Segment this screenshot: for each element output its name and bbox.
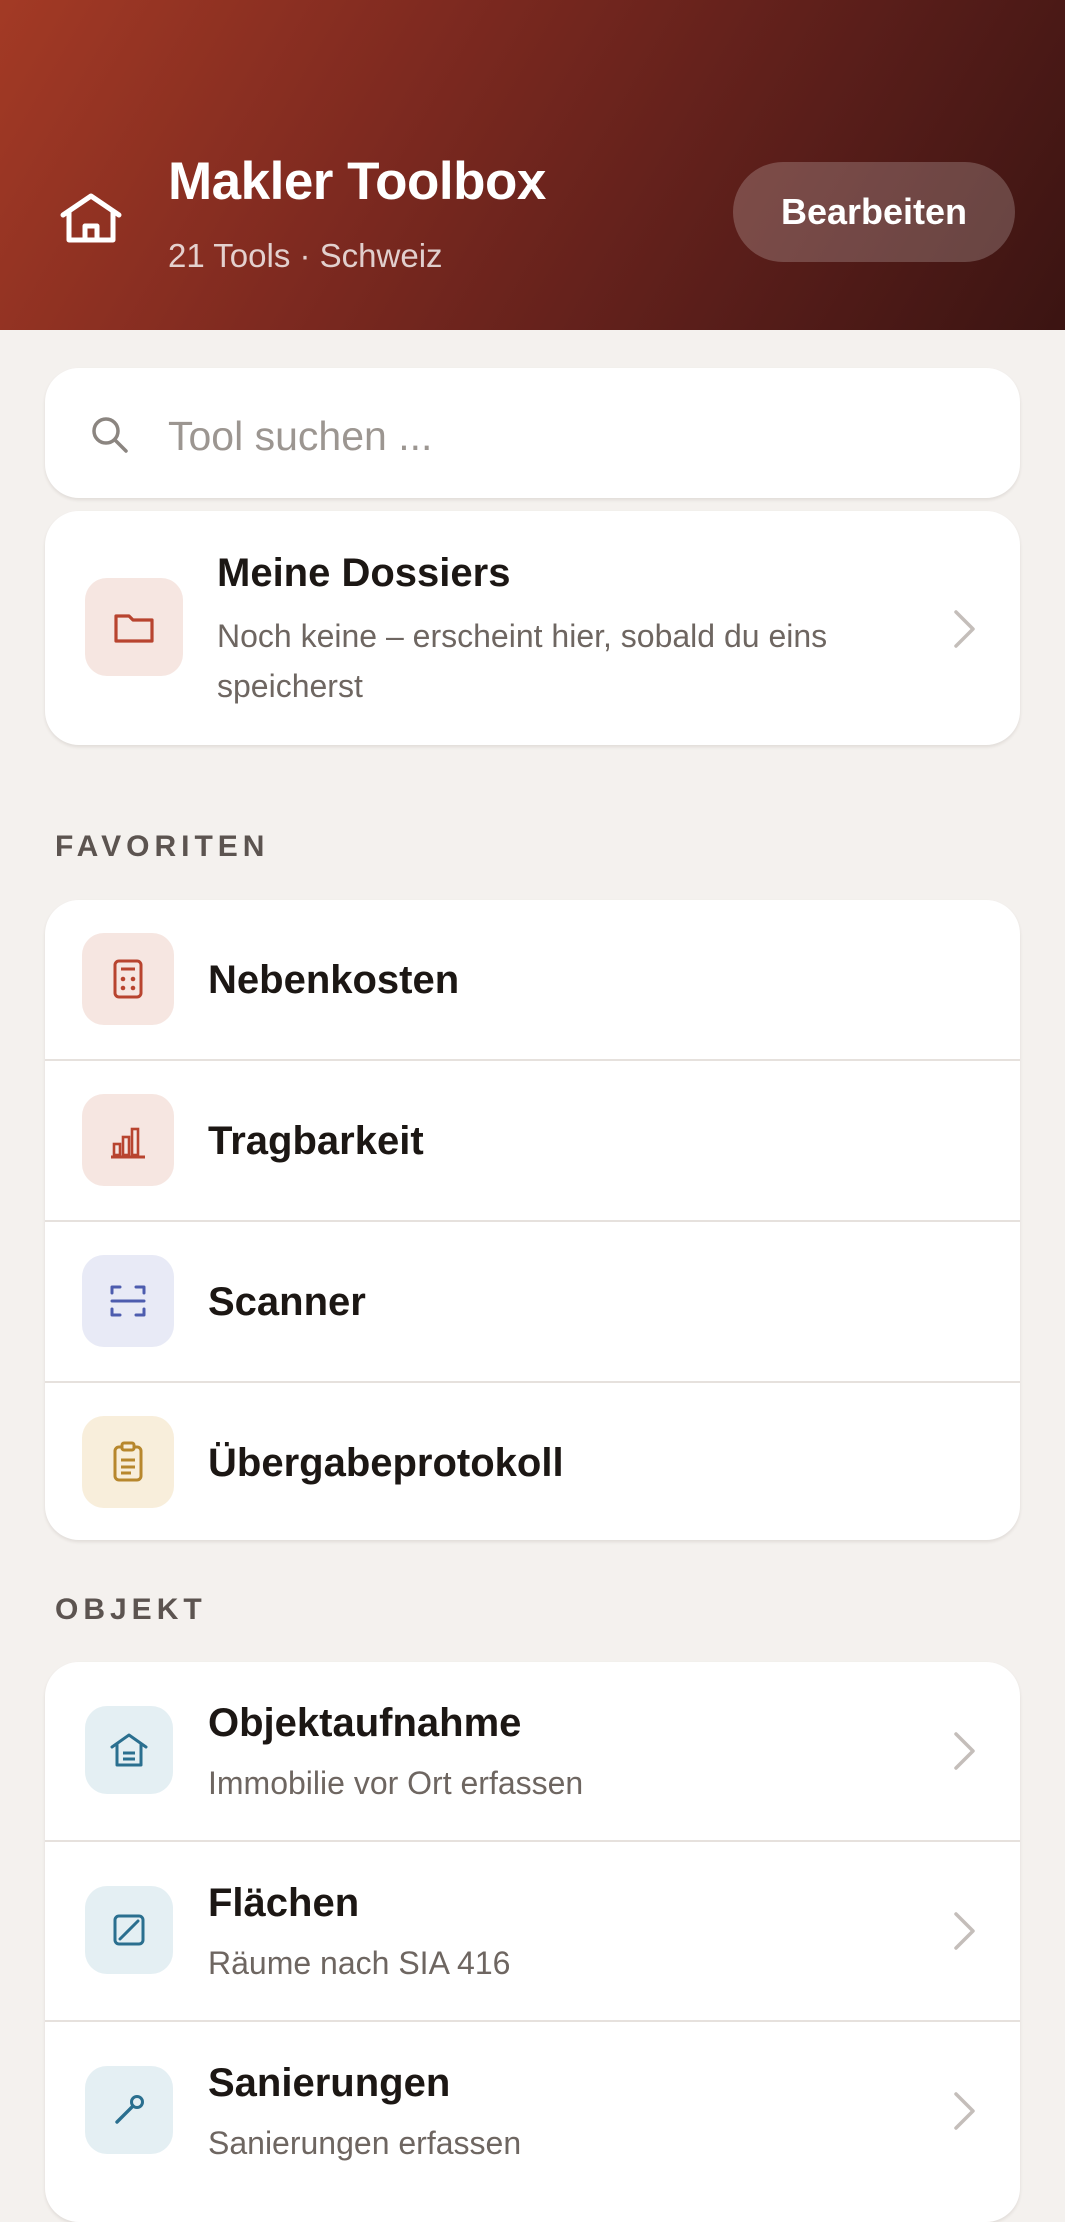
favorite-item-tragbarkeit[interactable]: Tragbarkeit <box>45 1061 1020 1221</box>
dossiers-title: Meine Dossiers <box>217 551 511 595</box>
house-icon <box>85 1706 173 1794</box>
object-item-flaechen[interactable]: Flächen Räume nach SIA 416 <box>45 1842 1020 2020</box>
object-item-title: Objektaufnahme <box>208 1701 522 1745</box>
object-item-sanierungen[interactable]: Sanierungen Sanierungen erfassen <box>45 2022 1020 2200</box>
bar-chart-icon <box>82 1094 174 1186</box>
divider <box>45 1059 1020 1061</box>
search-icon <box>92 417 128 453</box>
app-header: Makler Toolbox 21 Tools · Schweiz Bearbe… <box>0 0 1065 330</box>
chevron-right-icon <box>954 2092 975 2130</box>
favorite-item-uebergabeprotokoll[interactable]: Übergabeprotokoll <box>45 1383 1020 1540</box>
clipboard-icon <box>82 1416 174 1508</box>
app-subtitle: 21 Tools · Schweiz <box>168 237 443 274</box>
object-item-subtitle: Räume nach SIA 416 <box>208 1945 511 1981</box>
favorite-label: Übergabeprotokoll <box>208 1441 564 1485</box>
favorite-label: Tragbarkeit <box>208 1119 424 1163</box>
object-list: Objektaufnahme Immobilie vor Ort erfasse… <box>45 1662 1020 2222</box>
home-icon <box>60 193 122 243</box>
app-title: Makler Toolbox <box>168 152 546 211</box>
favorite-label: Nebenkosten <box>208 958 460 1002</box>
favorite-label: Scanner <box>208 1280 366 1324</box>
divider <box>45 1220 1020 1222</box>
dossiers-card[interactable]: Meine Dossiers Noch keine – erscheint hi… <box>45 511 1020 745</box>
object-section-label: OBJEKT <box>55 1593 207 1626</box>
dossiers-subtitle-line1: Noch keine – erscheint hier, sobald du e… <box>217 618 828 654</box>
favorite-item-scanner[interactable]: Scanner <box>45 1222 1020 1382</box>
scan-icon <box>82 1255 174 1347</box>
favorite-item-nebenkosten[interactable]: Nebenkosten <box>45 900 1020 1060</box>
divider <box>45 2020 1020 2022</box>
search-input[interactable] <box>166 400 970 472</box>
object-item-subtitle: Sanierungen erfassen <box>208 2125 522 2161</box>
divider <box>45 1381 1020 1383</box>
edit-button[interactable]: Bearbeiten <box>733 162 1015 262</box>
object-item-title: Flächen <box>208 1881 360 1925</box>
chevron-right-icon <box>954 1732 975 1770</box>
wrench-icon <box>85 2066 173 2154</box>
favorites-section-label: FAVORITEN <box>55 830 270 863</box>
calculator-icon <box>82 933 174 1025</box>
divider <box>45 1840 1020 1842</box>
object-item-objektaufnahme[interactable]: Objektaufnahme Immobilie vor Ort erfasse… <box>45 1662 1020 1840</box>
object-item-subtitle: Immobilie vor Ort erfassen <box>208 1765 584 1801</box>
folder-icon <box>85 578 183 676</box>
chevron-right-icon <box>954 610 975 648</box>
dossiers-subtitle-line2: speicherst <box>217 668 363 704</box>
chevron-right-icon <box>954 1912 975 1950</box>
area-icon <box>85 1886 173 1974</box>
object-item-title: Sanierungen <box>208 2061 451 2105</box>
